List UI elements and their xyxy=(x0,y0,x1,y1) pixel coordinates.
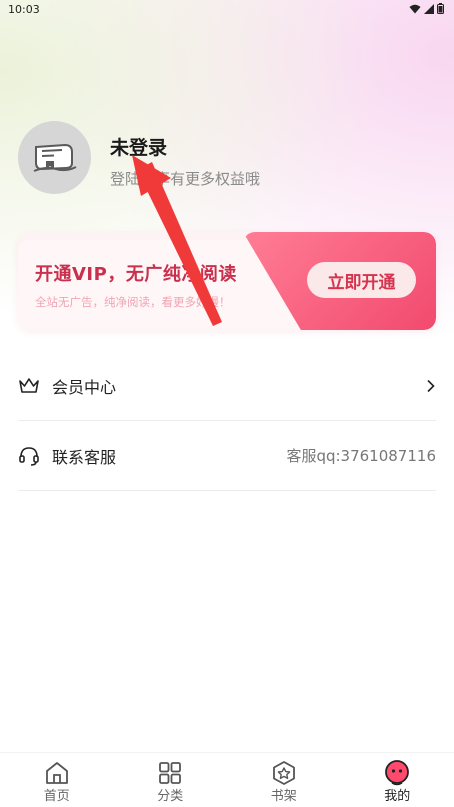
vip-banner[interactable]: 开通VIP，无广纯净阅读 全站无广告，纯净阅读，看更多好漫！ 立即开通 xyxy=(18,232,436,330)
open-vip-button[interactable]: 立即开通 xyxy=(307,262,416,298)
signal-icon xyxy=(424,3,434,14)
status-bar: 10:03 xyxy=(0,0,454,20)
menu-item-member-center[interactable]: 会员中心 xyxy=(18,351,436,421)
service-qq-text: 客服qq:3761087116 xyxy=(286,447,436,465)
tab-mine[interactable]: 我的 xyxy=(341,753,454,807)
tab-label: 我的 xyxy=(384,789,411,804)
home-icon xyxy=(43,759,71,787)
menu-item-contact-service[interactable]: 联系客服 客服qq:3761087116 xyxy=(18,421,436,491)
headset-icon xyxy=(18,445,40,467)
status-time: 10:03 xyxy=(8,3,40,16)
tab-bookshelf[interactable]: 书架 xyxy=(227,753,341,807)
tab-category[interactable]: 分类 xyxy=(114,753,228,807)
tab-home[interactable]: 首页 xyxy=(0,753,114,807)
bottom-tab-bar: 首页 分类 书架 我的 xyxy=(0,752,454,807)
chevron-right-icon xyxy=(426,379,436,393)
profile-face-icon xyxy=(383,759,411,787)
crown-icon xyxy=(18,375,40,397)
status-icons xyxy=(409,3,444,14)
tab-label: 首页 xyxy=(43,789,70,804)
username[interactable]: 未登录 xyxy=(110,133,167,160)
grid-icon xyxy=(156,759,184,787)
vip-banner-title: 开通VIP，无广纯净阅读 xyxy=(35,264,237,285)
wifi-icon xyxy=(409,4,421,13)
avatar[interactable] xyxy=(18,121,91,194)
tab-label: 分类 xyxy=(157,789,184,804)
battery-icon xyxy=(437,3,444,14)
tab-label: 书架 xyxy=(270,789,297,804)
book-hat-icon xyxy=(33,143,76,172)
menu-item-label: 联系客服 xyxy=(52,447,117,467)
star-hexagon-icon xyxy=(270,759,298,787)
login-hint[interactable]: 登陆后享有更多权益哦 xyxy=(110,168,260,189)
menu-item-label: 会员中心 xyxy=(52,377,117,397)
vip-banner-subtitle: 全站无广告，纯净阅读，看更多好漫！ xyxy=(35,295,231,309)
